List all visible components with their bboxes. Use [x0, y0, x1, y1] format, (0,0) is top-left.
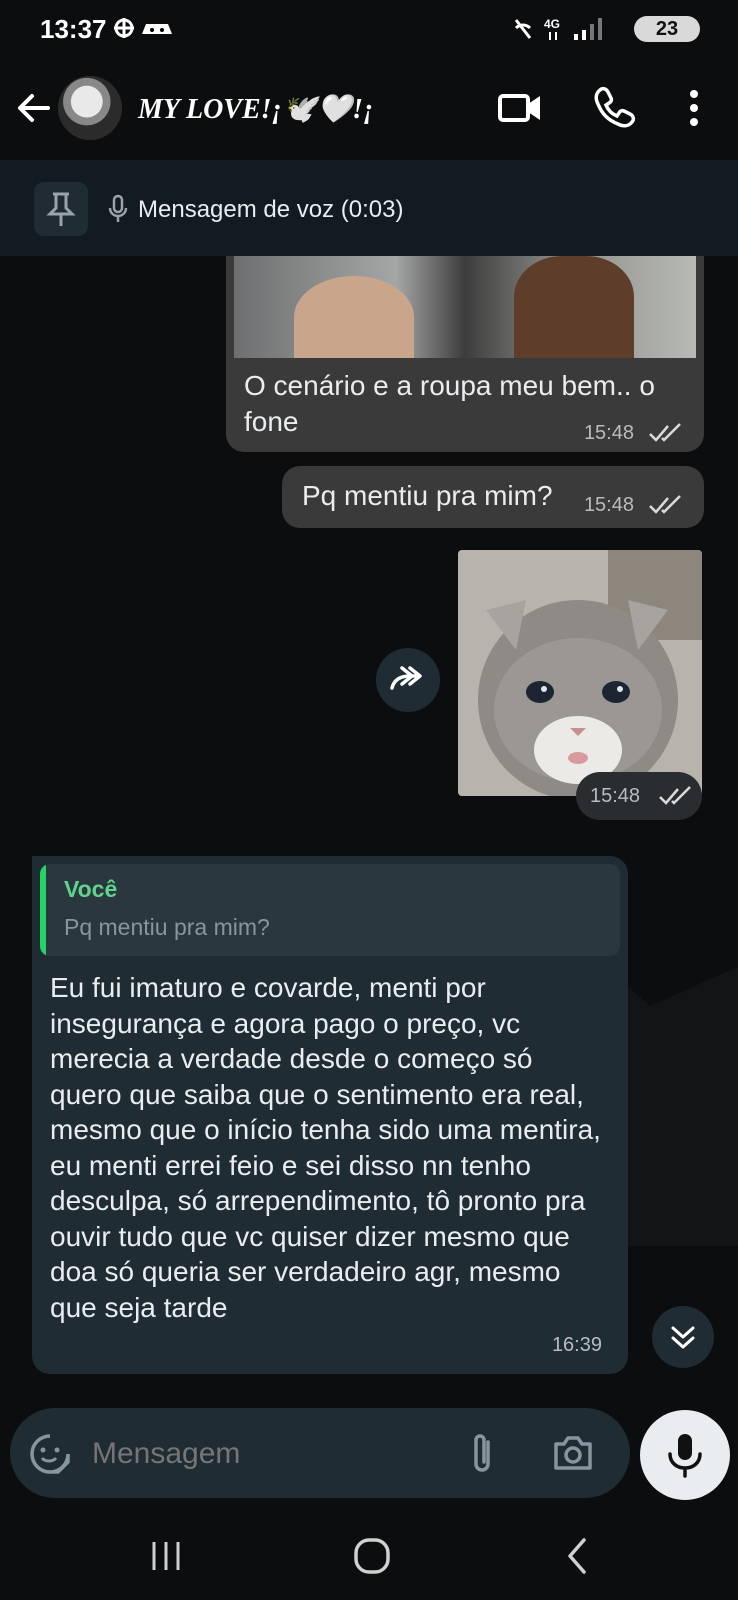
status-notification-icon [114, 18, 172, 38]
image-meta-badge: 15:48 [576, 772, 702, 820]
back-nav-icon[interactable] [562, 1536, 592, 1576]
message-input-bar[interactable] [10, 1408, 630, 1498]
double-chevron-down-icon [671, 1326, 695, 1349]
battery-level: 23 [655, 18, 679, 40]
cat-photo-illustration [458, 550, 702, 796]
reply-accent-bar [40, 864, 46, 956]
double-check-icon [649, 495, 681, 514]
photo-person-left [294, 276, 414, 358]
reply-author: Você [64, 876, 118, 902]
double-check-icon [649, 423, 681, 442]
forward-button[interactable] [376, 648, 440, 712]
voice-record-button[interactable] [640, 1410, 730, 1500]
double-check-icon [659, 786, 691, 805]
chat-header: MY LOVE!¡🕊️🤍!¡ [0, 60, 738, 160]
microphone-icon [108, 194, 128, 222]
message-bubble-incoming[interactable]: Você Pq mentiu pra mim? Eu fui imaturo e… [32, 856, 628, 1374]
notification-icons [110, 14, 180, 50]
contact-name[interactable]: MY LOVE!¡🕊️🤍!¡ [138, 92, 374, 126]
svg-text:4G: 4G [544, 17, 560, 31]
home-icon[interactable] [352, 1536, 392, 1576]
attachment-icon[interactable] [466, 1430, 498, 1478]
microphone-icon [668, 1434, 702, 1478]
camera-icon[interactable] [550, 1432, 596, 1474]
pin-box [34, 182, 88, 236]
voice-call-icon[interactable] [590, 84, 638, 132]
chat-area[interactable]: O cenário e a roupa meu bem.. o fone 15:… [0, 256, 738, 1406]
reply-text: Pq mentiu pra mim? [64, 914, 270, 940]
cat-image[interactable] [458, 550, 702, 796]
message-text: Eu fui imaturo e covarde, menti por inse… [50, 972, 601, 1323]
message-text: Pq mentiu pra mim? [302, 480, 553, 511]
recent-apps-icon[interactable] [148, 1540, 184, 1572]
video-call-icon[interactable] [496, 84, 544, 132]
pinned-message-bar[interactable]: Mensagem de voz (0:03) [0, 160, 738, 257]
message-time: 15:48 [590, 785, 641, 807]
status-bar: 13:37 4G 23 [0, 0, 738, 60]
pinned-label: Mensagem de voz (0:03) [138, 196, 404, 223]
pin-icon [46, 192, 76, 226]
forward-icon [390, 666, 422, 690]
status-signal: 4G [512, 14, 642, 49]
system-navigation-bar [0, 1510, 738, 1600]
message-input[interactable] [90, 1426, 444, 1482]
sticker-icon[interactable] [28, 1432, 72, 1476]
message-time: 15:48 [583, 494, 634, 516]
reply-quote[interactable]: Você Pq mentiu pra mim? [40, 864, 620, 956]
message-image[interactable] [234, 256, 696, 358]
message-bubble-outgoing[interactable]: Pq mentiu pra mim? 15:48 [282, 466, 704, 528]
status-time: 13:37 [40, 14, 107, 44]
message-bubble-outgoing[interactable]: O cenário e a roupa meu bem.. o fone 15:… [226, 256, 704, 452]
photo-person-right [514, 256, 634, 358]
contact-avatar[interactable] [58, 76, 122, 140]
signal-icon: 4G [514, 17, 602, 40]
more-options-icon[interactable] [670, 84, 718, 132]
message-time: 15:48 [583, 422, 634, 444]
battery-badge: 23 [634, 16, 700, 42]
scroll-to-bottom-button[interactable] [652, 1306, 714, 1368]
message-time: 16:39 [551, 1334, 602, 1356]
back-arrow-icon[interactable] [12, 86, 56, 130]
